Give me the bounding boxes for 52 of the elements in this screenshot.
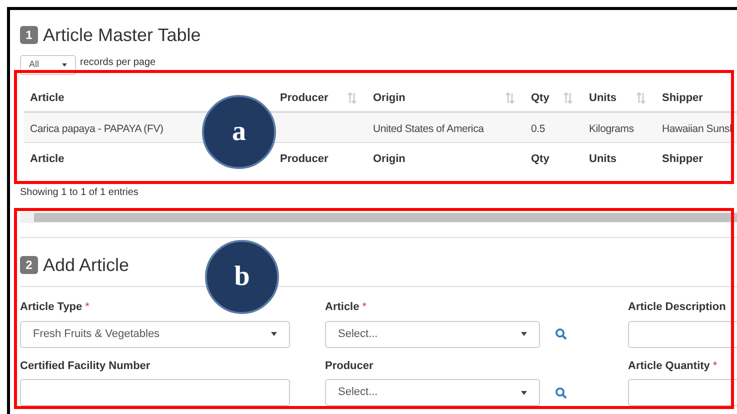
field-label: Certified Facility Number — [20, 358, 150, 374]
caret-icon — [521, 390, 527, 394]
column-footer: Shipper — [662, 153, 703, 165]
table-cell: United States of America — [373, 122, 484, 134]
search-icon[interactable] — [555, 328, 567, 340]
column-header[interactable]: Producer — [280, 90, 328, 106]
column-header[interactable]: Shipper — [662, 90, 703, 106]
section-title: Article Master Table — [43, 24, 201, 46]
sort-icon[interactable] — [563, 92, 573, 104]
caret-icon — [271, 332, 277, 336]
column-footer: Producer — [280, 153, 328, 165]
step-badge: 1 — [20, 26, 38, 44]
field-label: Article — [325, 300, 360, 315]
select-field[interactable]: Select... — [325, 379, 540, 406]
entries-info: Showing 1 to 1 of 1 entries — [20, 186, 138, 200]
sort-icon[interactable] — [347, 92, 357, 104]
required-mark: * — [712, 358, 718, 374]
field-label: Article Type — [20, 300, 82, 315]
page-size-select[interactable]: All — [20, 55, 76, 75]
column-header[interactable]: Qty — [531, 90, 550, 106]
select-field[interactable]: Select... — [325, 320, 540, 348]
column-footer: Units — [589, 153, 616, 165]
column-footer: Origin — [373, 153, 406, 165]
caret-icon — [62, 63, 67, 67]
input-field[interactable] — [20, 379, 290, 406]
field-label: Article Quantity — [628, 358, 710, 374]
required-mark: * — [85, 300, 90, 315]
field-label: Producer — [325, 358, 374, 374]
page-size-label: records per page — [80, 56, 156, 70]
column-header[interactable]: Article — [30, 90, 64, 106]
column-header[interactable]: Origin — [373, 90, 406, 106]
column-footer: Qty — [531, 153, 550, 165]
step-badge: 2 — [20, 256, 38, 274]
required-mark: * — [362, 300, 367, 315]
table-cell: Carica papaya - PAPAYA (FV) — [30, 122, 164, 134]
section-title: Add Article — [43, 254, 130, 276]
sort-icon[interactable] — [505, 92, 515, 104]
search-icon[interactable] — [555, 386, 567, 398]
input-field[interactable] — [628, 320, 737, 348]
caret-icon — [521, 332, 527, 336]
sort-icon[interactable] — [636, 92, 646, 104]
table-cell: Kilograms — [589, 122, 634, 134]
column-footer: Article — [30, 153, 64, 165]
column-header[interactable]: Units — [589, 90, 616, 106]
callout-marker: a — [202, 95, 276, 169]
field-label: Article Description — [628, 300, 726, 315]
table-cell: 0.5 — [531, 122, 545, 134]
callout-marker: b — [205, 240, 279, 314]
input-field[interactable] — [628, 379, 737, 406]
horizontal-scrollbar[interactable] — [20, 212, 737, 223]
table-cell: Hawaiian Sunsl — [662, 122, 732, 134]
select-field[interactable]: Fresh Fruits & Vegetables — [20, 320, 290, 348]
